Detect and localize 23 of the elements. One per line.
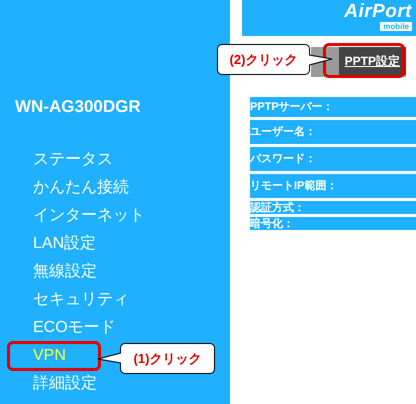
field-label: パスワード： xyxy=(250,147,416,171)
field-label: PPTPサーバー： xyxy=(250,97,416,117)
nav-item[interactable]: VPN xyxy=(33,346,66,366)
field-label: 暗号化： xyxy=(250,217,416,230)
field-label: 認証方式： xyxy=(250,201,416,214)
nav-item[interactable]: かんたん接続 xyxy=(33,178,129,198)
logo: AirPort xyxy=(344,2,412,22)
field-label: ユーザー名： xyxy=(250,120,416,144)
nav-item[interactable]: インターネット xyxy=(33,206,145,226)
field-label: リモートIP範囲： xyxy=(250,174,416,198)
nav-item[interactable]: 無線設定 xyxy=(33,262,97,282)
logo-subtitle: mobile xyxy=(380,22,412,31)
nav-item[interactable]: セキュリティ xyxy=(33,290,129,310)
device-title: WN-AG300DGR xyxy=(15,96,141,118)
nav-item[interactable]: 詳細設定 xyxy=(33,374,97,394)
callout: (2)クリック xyxy=(217,44,310,75)
callout-pointer xyxy=(97,352,121,364)
callout-pointer xyxy=(309,54,333,66)
nav-item[interactable]: LAN設定 xyxy=(33,234,96,254)
pptp-tab[interactable]: PPTP設定 xyxy=(338,47,406,75)
nav-item[interactable]: ECOモード xyxy=(33,318,116,338)
nav-item[interactable]: ステータス xyxy=(33,150,113,170)
callout: (1)クリック xyxy=(120,343,215,374)
